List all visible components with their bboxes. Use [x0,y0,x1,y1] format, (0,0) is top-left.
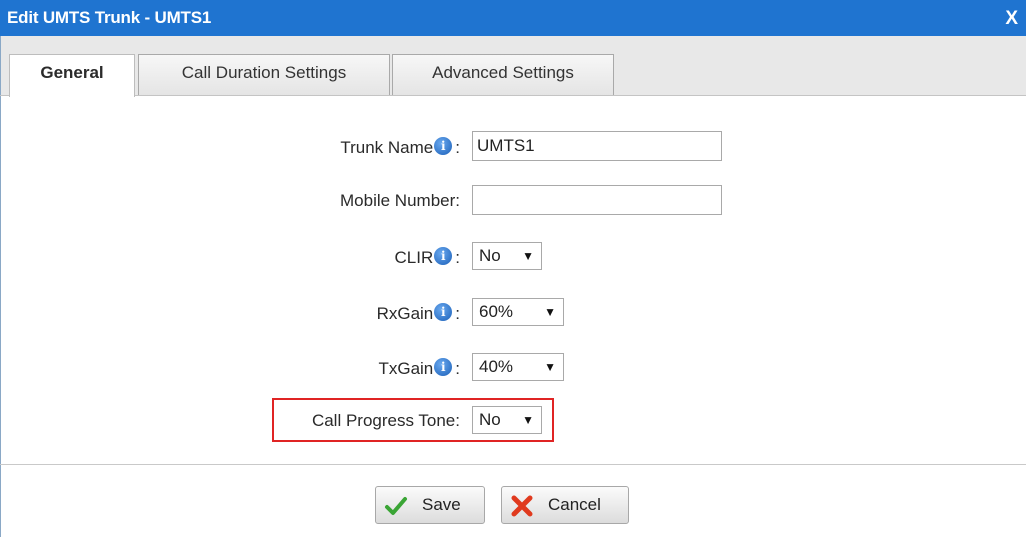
title-bar: Edit UMTS Trunk - UMTS1 X [0,0,1026,36]
txgain-select[interactable]: 40% ▼ [472,353,564,381]
mobile-number-label: Mobile Number: [340,191,460,210]
rxgain-label: RxGain i: [376,303,460,323]
close-button[interactable]: X [1005,0,1018,38]
dropdown-arrow-icon: ▼ [522,413,534,427]
tab-strip: General Call Duration Settings Advanced … [0,36,1026,97]
call-progress-tone-label: Call Progress Tone: [311,411,460,430]
cancel-button[interactable]: Cancel [501,486,629,524]
tab-advanced-settings[interactable]: Advanced Settings [392,54,614,96]
trunk-name-input[interactable] [472,131,722,161]
rxgain-row: RxGain i: 60% ▼ [0,296,1026,330]
trunk-name-row: Trunk Name i: [0,130,1026,164]
trunk-name-label: Trunk Name i: [340,137,460,157]
dropdown-arrow-icon: ▼ [544,360,556,374]
cancel-button-label: Cancel [548,495,601,514]
dropdown-arrow-icon: ▼ [544,305,556,319]
rxgain-select-value: 60% [479,302,514,321]
footer-divider [0,464,1026,465]
rxgain-select[interactable]: 60% ▼ [472,298,564,326]
clir-select-value: No [479,246,501,265]
tab-call-duration-settings[interactable]: Call Duration Settings [138,54,390,96]
mobile-number-input[interactable] [472,185,722,215]
trunk-name-label-text: Trunk Name [340,138,434,157]
txgain-select-value: 40% [479,357,514,376]
clir-select[interactable]: No ▼ [472,242,542,270]
info-icon[interactable]: i [434,303,453,321]
dialog-title: Edit UMTS Trunk - UMTS1 [7,8,212,27]
info-icon[interactable]: i [434,137,453,155]
clir-label: CLIR i: [394,247,460,267]
call-progress-tone-select-value: No [479,410,501,429]
call-progress-tone-select[interactable]: No ▼ [472,406,542,434]
checkmark-icon [385,497,407,515]
edit-trunk-dialog: Edit UMTS Trunk - UMTS1 X General Call D… [0,0,1026,537]
rxgain-label-text: RxGain [376,304,434,323]
clir-label-text: CLIR [394,248,434,267]
txgain-row: TxGain i: 40% ▼ [0,351,1026,385]
clir-row: CLIR i: No ▼ [0,240,1026,274]
info-icon[interactable]: i [434,247,453,265]
txgain-label: TxGain i: [378,358,460,378]
call-progress-tone-row: Call Progress Tone: No ▼ [0,404,1026,438]
cancel-x-icon [511,495,533,517]
txgain-label-text: TxGain [378,359,434,378]
dropdown-arrow-icon: ▼ [522,249,534,263]
tab-general[interactable]: General [9,54,135,97]
info-icon[interactable]: i [434,358,453,376]
mobile-number-row: Mobile Number: [0,184,1026,218]
save-button[interactable]: Save [375,486,485,524]
save-button-label: Save [422,495,461,514]
